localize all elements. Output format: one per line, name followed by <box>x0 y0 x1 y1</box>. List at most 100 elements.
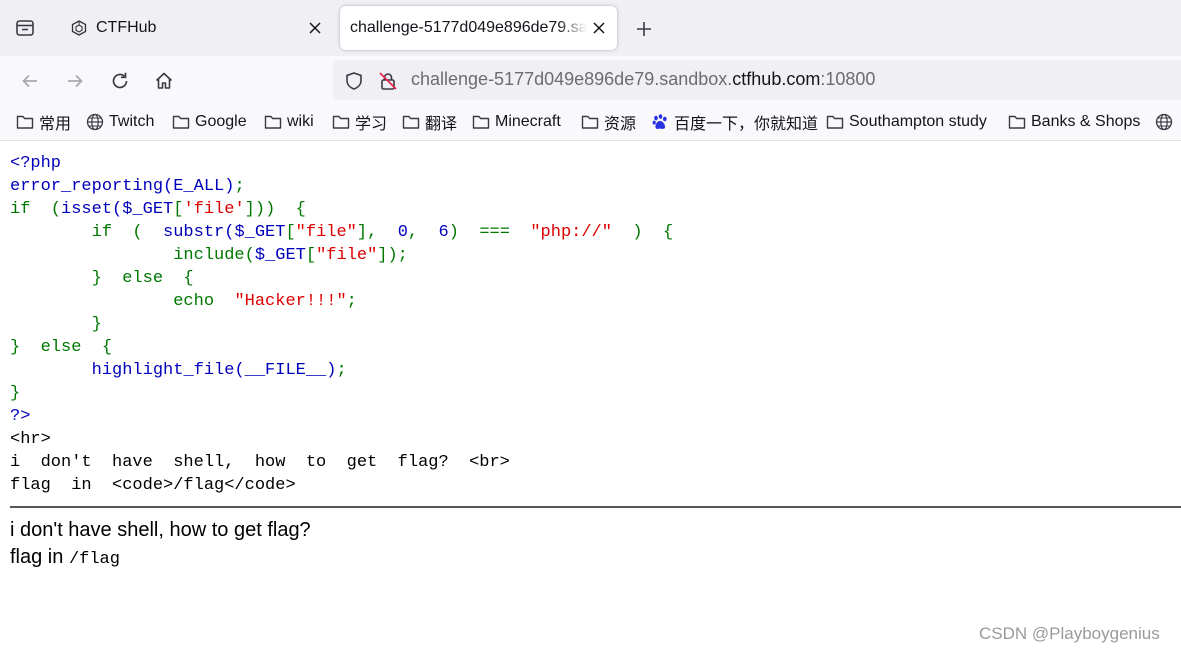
code-token: 'file' <box>183 200 245 219</box>
bookmark-label: 翻译 <box>425 116 458 133</box>
bookmark-item[interactable]: 学习 <box>332 110 387 134</box>
folder-icon <box>581 113 599 131</box>
back-button[interactable] <box>15 66 45 96</box>
url-prefix: challenge-5177d049e896de79.sandbox. <box>411 69 733 89</box>
home-button[interactable] <box>149 66 179 96</box>
bookmark-item[interactable]: Minecraft <box>472 110 561 134</box>
forward-arrow-icon <box>68 74 83 88</box>
horizontal-rule <box>10 506 1181 508</box>
code-token: <hr> <box>10 430 51 449</box>
globe-icon <box>86 113 104 131</box>
bookmark-item[interactable]: 资源 <box>581 110 636 134</box>
back-arrow-icon <box>22 74 37 88</box>
code-token: [ <box>173 200 184 219</box>
code-token: highlight_file(__FILE__) <box>91 361 337 380</box>
tab-list-button[interactable] <box>8 12 42 44</box>
tab-challenge-active[interactable]: challenge-5177d049e896de79.sandbox.ctfhu… <box>340 6 617 50</box>
tab-strip: CTFHub challenge-5177d049e896de79.sandbo… <box>0 0 1181 56</box>
code-token: flag in <code>/flag</code> <box>10 476 296 495</box>
code-token: if ( <box>10 200 62 219</box>
code-token: ], <box>356 223 398 242</box>
navigation-toolbar: challenge-5177d049e896de79.sandbox.ctfhu… <box>0 56 1181 104</box>
code-token: "php://" <box>530 223 612 242</box>
url-port: :10800 <box>820 69 876 89</box>
code-token: echo <box>10 292 235 311</box>
code-token: error_reporting(E_ALL) <box>10 177 235 196</box>
bookmark-label: Minecraft <box>495 113 561 130</box>
insecure-lock-icon[interactable] <box>377 70 399 92</box>
highlighted-php-source: <?php error_reporting(E_ALL); if (isset(… <box>10 152 673 497</box>
code-token: } else { <box>10 338 113 357</box>
folder-icon <box>826 113 844 131</box>
reload-button[interactable] <box>105 66 135 96</box>
tab-title: challenge-5177d049e896de79.sandbox.ctfhu… <box>350 19 587 36</box>
code-token: $_GET <box>122 200 174 219</box>
bookmark-label: 资源 <box>604 116 637 133</box>
bookmark-item[interactable]: 翻译 <box>402 110 457 134</box>
bookmark-label: Google <box>195 113 247 130</box>
reload-icon <box>112 72 128 89</box>
forward-button[interactable] <box>60 66 90 96</box>
bookmark-label: Banks & Shops <box>1031 113 1141 130</box>
url-text[interactable]: challenge-5177d049e896de79.sandbox.ctfhu… <box>411 69 875 90</box>
bookmark-item[interactable]: Southampton study <box>826 110 987 134</box>
bookmark-item[interactable]: 百度一下，你就知道 <box>651 110 818 134</box>
baidu-paw-icon <box>651 113 669 131</box>
bookmark-item[interactable]: wiki <box>264 110 314 134</box>
code-token: $_GET <box>254 246 306 265</box>
flag-path-code: /flag <box>68 550 120 569</box>
url-domain: ctfhub.com <box>732 69 821 89</box>
code-token: "Hacker!!!" <box>234 292 347 311</box>
code-token: , <box>407 223 439 242</box>
ctfhub-favicon-icon <box>70 19 88 37</box>
bookmarks-toolbar: 常用 Twitch Google wiki 学习 翻译 Minecraft 资源 百度一下，你就… <box>0 104 1181 141</box>
code-token: i don't have shell, how to get flag? <br… <box>10 453 510 472</box>
folder-icon <box>172 113 190 131</box>
bookmark-label: wiki <box>287 113 314 130</box>
folder-icon <box>402 113 420 131</box>
csdn-watermark: CSDN @Playboygenius <box>979 624 1160 643</box>
code-token: "file" <box>295 223 357 242</box>
bookmark-item[interactable]: 常用 <box>16 110 71 134</box>
code-token: ; <box>346 292 357 311</box>
code-token: [ <box>305 246 317 265</box>
bookmark-item[interactable]: Banks & Shops <box>1008 110 1140 134</box>
code-token: if ( <box>10 223 164 242</box>
tab-ctfhub[interactable]: CTFHub <box>58 6 333 50</box>
bookmarks-overflow-globe-icon[interactable] <box>1155 110 1178 134</box>
code-token: <?php <box>10 154 62 173</box>
code-token: } <box>10 315 102 334</box>
bookmark-label: 常用 <box>39 116 72 133</box>
code-token: include( <box>10 246 255 265</box>
folder-icon <box>16 113 34 131</box>
code-token: substr( <box>163 223 235 242</box>
tab-list-icon <box>16 20 34 36</box>
code-token: ; <box>336 361 347 380</box>
folder-icon <box>472 113 490 131</box>
folder-icon <box>332 113 350 131</box>
close-tab-icon[interactable] <box>303 16 327 40</box>
close-tab-icon[interactable] <box>587 16 611 40</box>
page-output-line-1: i don't have shell, how to get flag? <box>10 519 311 541</box>
bookmark-label: 学习 <box>355 116 388 133</box>
code-token: ]); <box>377 246 408 265</box>
bookmark-label: Southampton study <box>849 113 987 130</box>
code-token: 6 <box>438 223 449 242</box>
code-token: "file" <box>316 246 378 265</box>
code-token: ; <box>234 177 245 196</box>
page-output-line-2: flag in /flag <box>10 546 120 569</box>
code-token: } else { <box>10 269 194 288</box>
code-token: ) { <box>611 223 674 242</box>
bookmark-label: Twitch <box>109 113 155 130</box>
address-bar[interactable]: challenge-5177d049e896de79.sandbox.ctfhu… <box>333 60 1181 100</box>
new-tab-button[interactable] <box>629 14 659 44</box>
code-token: ) === <box>448 223 531 242</box>
plus-icon <box>637 22 651 36</box>
output-text: flag in <box>10 546 69 568</box>
shield-icon[interactable] <box>343 70 365 92</box>
bookmark-item[interactable]: Twitch <box>86 110 154 134</box>
bookmark-item[interactable]: Google <box>172 110 247 134</box>
code-token: ])) { <box>244 200 306 219</box>
tab-title: CTFHub <box>96 19 157 36</box>
